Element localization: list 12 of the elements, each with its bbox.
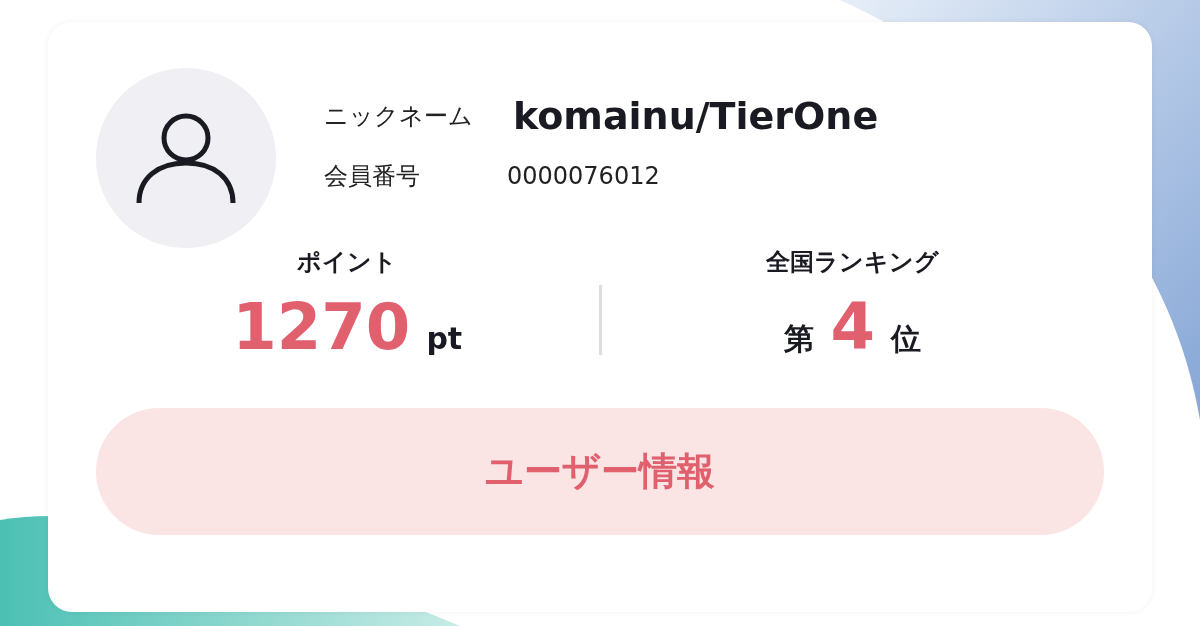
nickname: komainu/TierOne [513,94,879,138]
stat-label: 全国ランキング [766,247,940,278]
rank-suffix: 位 [891,320,921,358]
member-number-label: 会員番号 [324,161,421,192]
rank-value: 4 [830,290,875,364]
stat-label: ポイント [297,247,398,278]
nickname-label: ニックネーム [324,101,473,132]
member-number: 0000076012 [507,162,661,190]
rank-prefix: 第 [784,320,815,358]
points-unit: pt [426,321,463,356]
points-value: 1270 [232,290,411,364]
user-info-button[interactable]: ユーザー情報 [96,408,1104,535]
